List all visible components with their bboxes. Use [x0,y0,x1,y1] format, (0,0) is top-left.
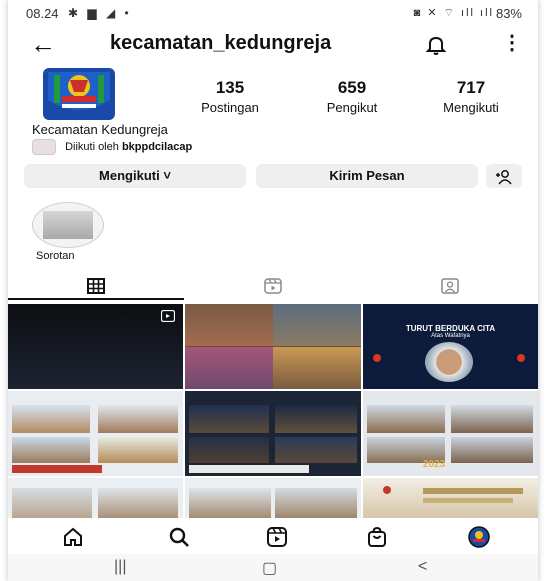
tagged-person-icon [441,278,459,294]
following-button-label: Mengikuti [99,168,160,183]
post-grid: TURUT BERDUKA CITA Atas Wafatnya 2023 [8,304,538,518]
home-icon[interactable] [62,526,84,548]
stat-posts-label: Postingan [201,100,259,115]
stat-following-value: 717 [456,78,486,97]
post-tile-4[interactable] [8,391,183,476]
tab-reels[interactable] [185,278,361,298]
shopping-bag-icon[interactable] [366,526,388,548]
post-tile-9[interactable] [363,478,538,518]
profile-full-name: Kecamatan Kedungreja [32,122,168,137]
tab-grid[interactable] [8,278,184,298]
status-time: 08.24 [26,6,59,21]
battery-level: 83% [495,6,522,21]
bell-icon[interactable] [425,34,447,56]
highlight-label: Sorotan [36,250,75,262]
profile-header: ← kecamatan_kedungreja ⋮ [8,26,538,66]
stat-followers-value: 659 [337,78,367,97]
stat-posts[interactable]: 135 Postingan [190,78,270,115]
profile-avatar-icon[interactable] [468,526,490,548]
search-icon[interactable] [168,526,190,548]
more-vertical-icon[interactable]: ⋮ [502,30,522,55]
stat-following[interactable]: 717 Mengikuti [426,78,516,115]
post-tile-5[interactable] [185,391,361,476]
grid-icon [87,278,105,294]
phone-screen: 08.24 ✱ ▆ ◢ • ◙ ✕ ⌔ ıll ıll 83% ← kecama… [8,0,538,581]
post-tile-6[interactable]: 2023 [363,391,538,476]
recent-apps-icon[interactable]: ||| [114,558,126,576]
highlight-circle[interactable] [32,202,104,248]
condolence-subtitle: Atas Wafatnya [431,333,470,339]
home-button-icon[interactable]: ▢ [262,558,277,578]
chevron-down-icon: ˅ [163,168,171,183]
follower-avatar [32,139,56,155]
followed-by[interactable]: Diikuti oleh bkppdcilacap [32,139,192,157]
reels-icon [264,278,282,294]
back-button-icon[interactable]: < [418,558,427,576]
profile-avatar-logo[interactable] [40,66,118,122]
post-tile-8[interactable] [185,478,361,518]
notification-icons: ✱ ▆ ◢ • [68,6,132,20]
bottom-navigation [8,520,538,554]
post-tile-3[interactable]: TURUT BERDUKA CITA Atas Wafatnya [363,304,538,389]
tab-grid-indicator [8,298,184,300]
status-bar: 08.24 ✱ ▆ ◢ • ◙ ✕ ⌔ ıll ıll 83% [8,0,538,26]
deceased-photo-wreath [425,342,473,382]
year-label: 2023 [423,459,446,470]
profile-username: kecamatan_kedungreja [110,32,332,54]
stat-posts-value: 135 [215,78,245,97]
message-button[interactable]: Kirim Pesan [256,164,478,188]
message-button-label: Kirim Pesan [329,168,405,183]
add-person-icon [496,169,512,185]
post-tile-2[interactable] [185,304,361,389]
stat-followers-label: Pengikut [326,100,378,115]
signal-icons: ◙ ✕ ⌔ ıll ıll [413,7,494,19]
add-person-button[interactable] [486,164,522,188]
highlight-thumbnail [43,211,93,239]
condolence-title: TURUT BERDUKA CITA [405,324,496,333]
tab-tagged[interactable] [362,278,538,298]
followed-by-prefix: Diikuti oleh [65,140,119,153]
following-button[interactable]: Mengikuti ˅ [24,164,246,188]
post-tile-7[interactable] [8,478,183,518]
arrow-left-icon[interactable]: ← [30,31,56,57]
stat-followers[interactable]: 659 Pengikut [312,78,392,115]
reels-icon[interactable] [266,526,288,548]
post-tile-1[interactable] [8,304,183,389]
followed-by-user: bkppdcilacap [121,140,193,153]
stat-following-label: Mengikuti [443,100,499,115]
system-navigation-bar: ||| ▢ < [8,554,538,581]
reels-badge-icon [161,310,175,322]
